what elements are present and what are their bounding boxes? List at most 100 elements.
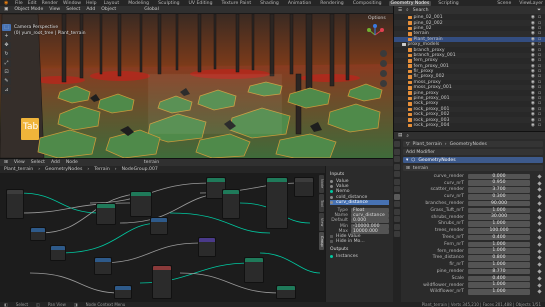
add-modifier-button[interactable]: Add Modifier	[403, 149, 543, 155]
sidebar-tab-group[interactable]: Group	[319, 232, 324, 250]
checkbox[interactable]	[330, 234, 333, 238]
keyframe-icon[interactable]	[537, 228, 542, 233]
pan-icon[interactable]	[380, 60, 387, 67]
keyframe-icon[interactable]	[537, 262, 542, 267]
checkbox[interactable]	[330, 240, 333, 244]
camera-icon[interactable]: ▫	[538, 112, 541, 117]
eye-icon[interactable]: ◉	[531, 112, 535, 117]
scale-tool-icon[interactable]: ⤢	[2, 60, 11, 67]
eye-icon[interactable]: ◉	[531, 80, 535, 85]
mode-selector[interactable]: Object Mode	[14, 7, 43, 12]
modifier-input-field[interactable]: 100.000	[468, 227, 530, 234]
modifier-name-field[interactable]: GeometryNodes	[418, 158, 455, 163]
workspace-tab-sculpting[interactable]: Sculpting	[156, 1, 181, 6]
camera-icon[interactable]: ▫	[538, 123, 541, 128]
keyframe-icon[interactable]	[537, 242, 542, 247]
modifier-input-field[interactable]: 0.400	[468, 275, 530, 282]
camera-icon[interactable]: ▫	[538, 26, 541, 31]
node-menu-node[interactable]: Node	[66, 160, 78, 165]
camera-icon[interactable]: ▫	[538, 31, 541, 36]
editor-type-icon[interactable]: ▣	[4, 7, 8, 12]
keyframe-icon[interactable]	[537, 249, 542, 254]
camera-icon[interactable]: ▫	[538, 48, 541, 53]
modifier-input-field[interactable]: 1.000	[468, 241, 530, 248]
camera-icon[interactable]: ▫	[538, 69, 541, 74]
modifier-header[interactable]: ▾ ⬡ GeometryNodes	[403, 157, 543, 163]
select-box-tool-icon[interactable]: ⬚	[2, 24, 11, 31]
menu-render[interactable]: Render	[42, 1, 58, 6]
node-tree-selector[interactable]: terrain	[144, 160, 159, 165]
inputs-section-title[interactable]: Inputs	[330, 172, 389, 177]
camera-icon[interactable]: ▫	[538, 21, 541, 26]
camera-icon[interactable]: ▫	[538, 85, 541, 90]
breadcrumb-item[interactable]: GeometryNodes	[45, 167, 82, 172]
navigation-gizmo-icon[interactable]	[364, 24, 386, 46]
node-math[interactable]	[50, 245, 66, 261]
outliner-search-field[interactable]: Search	[413, 8, 429, 13]
modifier-input-field[interactable]: 0.000	[468, 173, 530, 180]
node-value[interactable]	[114, 285, 132, 299]
particles-tab-icon[interactable]	[394, 201, 400, 207]
eye-icon[interactable]: ◉	[531, 21, 535, 26]
blender-logo-icon[interactable]: ◉	[4, 1, 10, 6]
node-realize-instances[interactable]	[222, 189, 240, 219]
object-tab-icon[interactable]	[394, 186, 400, 192]
node-math[interactable]	[30, 227, 46, 241]
keyframe-icon[interactable]	[537, 215, 542, 220]
keyframe-icon[interactable]	[537, 235, 542, 240]
hide-in-modifier-row[interactable]: Hide in Mo...	[330, 239, 389, 244]
filter-icon[interactable]: ⏷	[537, 7, 545, 13]
physics-tab-icon[interactable]	[394, 208, 400, 215]
measure-tool-icon[interactable]: ⊿	[2, 87, 11, 94]
material-tab-icon[interactable]	[394, 231, 400, 237]
modifier-input-field[interactable]: 1.000	[468, 221, 530, 227]
eye-icon[interactable]: ◉	[531, 96, 535, 101]
view-layer-selector[interactable]: ViewLayer	[519, 1, 543, 6]
eye-icon[interactable]: ◉	[531, 69, 535, 74]
transform-orientation[interactable]: Global	[144, 7, 159, 12]
eye-icon[interactable]: ◉	[531, 53, 535, 58]
sidebar-tab-tool[interactable]: Tool	[319, 194, 324, 212]
move-tool-icon[interactable]: ✥	[2, 42, 11, 49]
constraints-tab-icon[interactable]	[394, 216, 400, 222]
min-field[interactable]: -10000.000	[351, 223, 389, 229]
properties-type-icon[interactable]: ▤	[398, 133, 402, 138]
menu-edit[interactable]: Edit	[28, 1, 37, 6]
outputs-section-title[interactable]: Outputs	[330, 247, 389, 252]
camera-icon[interactable]: ▫	[538, 42, 541, 47]
viewport-menu-select[interactable]: Select	[66, 7, 80, 12]
modifier-input-field[interactable]: 0.400	[468, 234, 530, 241]
camera-icon[interactable]: ▫	[538, 118, 541, 123]
keyframe-icon[interactable]	[537, 174, 542, 179]
camera-icon[interactable]: ▫	[538, 15, 541, 20]
output-tab-icon[interactable]	[394, 156, 400, 162]
eye-icon[interactable]: ◉	[531, 101, 535, 106]
view-layer-tab-icon[interactable]	[394, 163, 400, 170]
modifier-input-field[interactable]: 0.800	[468, 255, 530, 261]
sidebar-tab-view[interactable]: View	[319, 213, 324, 231]
workspace-tab-shading[interactable]: Shading	[258, 1, 281, 6]
keyframe-icon[interactable]	[537, 201, 542, 206]
node-vector-math[interactable]	[198, 237, 216, 257]
transform-tool-icon[interactable]: ⊡	[2, 69, 11, 76]
node-distribute-points[interactable]	[96, 203, 116, 225]
modifier-input-field[interactable]: 1.000	[468, 207, 530, 214]
node-random-value[interactable]	[94, 257, 112, 275]
world-tab-icon[interactable]	[394, 178, 400, 185]
eye-icon[interactable]: ◉	[531, 37, 535, 42]
tool-tab-icon[interactable]	[394, 141, 400, 147]
eye-icon[interactable]: ◉	[531, 26, 535, 31]
viewport-menu-view[interactable]: View	[49, 7, 60, 12]
node-switch[interactable]	[276, 285, 296, 299]
workspace-tab-animation[interactable]: Animation	[286, 1, 313, 6]
modifier-tab-icon[interactable]	[394, 193, 400, 200]
camera-icon[interactable]: ▫	[538, 91, 541, 96]
workspace-tab-modeling[interactable]: Modeling	[126, 1, 151, 6]
node-geometry-proximity[interactable]	[244, 257, 264, 283]
eye-icon[interactable]: ◉	[531, 118, 535, 123]
camera-icon[interactable]: ▫	[538, 107, 541, 112]
eye-icon[interactable]: ◉	[531, 31, 535, 36]
node-editor-type-icon[interactable]: ⊞	[4, 160, 8, 165]
sidebar-tab-node[interactable]: Node	[319, 175, 324, 193]
node-object-info[interactable]	[152, 265, 172, 299]
